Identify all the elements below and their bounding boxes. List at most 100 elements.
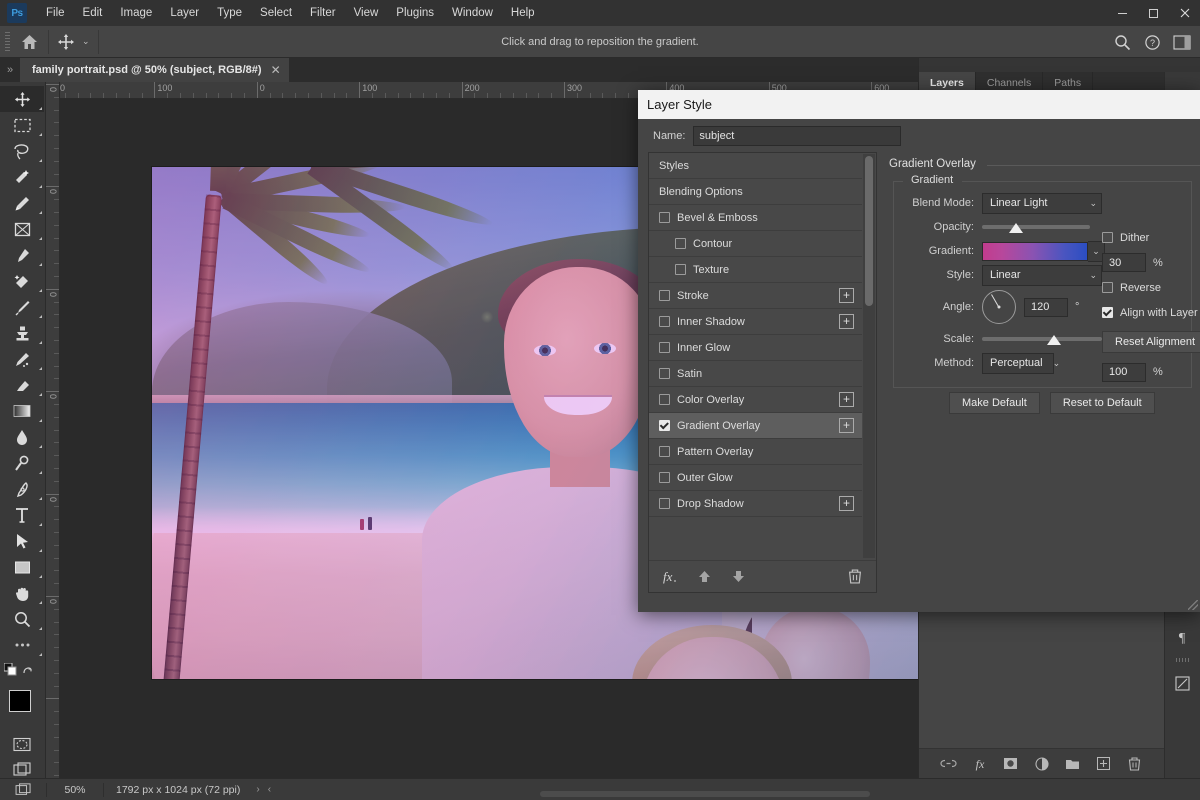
tool-clone-stamp[interactable] <box>0 320 44 346</box>
style-row-outer-glow[interactable]: Outer Glow <box>649 465 862 491</box>
reset-alignment-button[interactable]: Reset Alignment <box>1102 331 1200 353</box>
reset-to-default-button[interactable]: Reset to Default <box>1049 392 1155 414</box>
color-swatches[interactable] <box>0 687 45 731</box>
tool-move[interactable] <box>0 86 44 112</box>
workspace-switcher-button[interactable] <box>1168 28 1196 56</box>
gradient-preview-bar[interactable] <box>982 241 1088 261</box>
active-tool-button[interactable]: ⌄ <box>53 27 94 57</box>
style-checkbox[interactable] <box>659 394 670 405</box>
menu-select[interactable]: Select <box>251 0 301 26</box>
tool-dodge[interactable] <box>0 450 44 476</box>
menu-help[interactable]: Help <box>502 0 544 26</box>
scale-input[interactable]: 100 <box>1102 362 1146 382</box>
menu-layer[interactable]: Layer <box>161 0 208 26</box>
opacity-input[interactable]: 30 <box>1102 253 1146 272</box>
foreground-color-swatch[interactable] <box>9 690 31 712</box>
new-effect-button[interactable]: fx <box>661 568 679 586</box>
style-checkbox[interactable] <box>659 446 670 457</box>
add-mask-button[interactable] <box>1002 755 1020 773</box>
style-row-pattern-overlay[interactable]: Pattern Overlay <box>649 439 862 465</box>
status-screen-mode-button[interactable] <box>0 782 46 797</box>
delete-layer-button[interactable] <box>1126 755 1144 773</box>
tool-zoom[interactable] <box>0 606 44 632</box>
menu-filter[interactable]: Filter <box>301 0 345 26</box>
style-checkbox[interactable] <box>659 368 670 379</box>
blend-mode-select[interactable]: Linear Light ⌄ <box>982 192 1102 214</box>
style-row-drop-shadow[interactable]: Drop Shadow + <box>649 491 862 517</box>
minimize-button[interactable] <box>1107 0 1138 26</box>
opacity-slider-knob[interactable] <box>1009 223 1023 233</box>
layer-name-input[interactable]: subject <box>693 125 902 146</box>
reverse-checkbox-row[interactable]: Reverse <box>1102 282 1161 294</box>
dither-checkbox-row[interactable]: Dither <box>1102 232 1149 244</box>
vertical-ruler[interactable]: 0 0 0 0 0 0 <box>46 82 60 778</box>
new-group-button[interactable] <box>1064 755 1082 773</box>
tool-frame[interactable] <box>0 216 44 242</box>
tool-shape[interactable] <box>0 554 44 580</box>
menu-image[interactable]: Image <box>111 0 161 26</box>
style-row-contour[interactable]: Contour <box>649 231 862 257</box>
horizontal-scrollbar[interactable] <box>540 791 870 797</box>
add-layer-style-button[interactable]: fx <box>971 755 989 773</box>
style-row-inner-glow[interactable]: Inner Glow <box>649 335 862 361</box>
tool-gradient[interactable] <box>0 398 44 424</box>
tool-eraser[interactable] <box>0 372 44 398</box>
add-effect-instance-button[interactable]: + <box>839 496 854 511</box>
tool-crop[interactable] <box>0 190 44 216</box>
style-row-stroke[interactable]: Stroke + <box>649 283 862 309</box>
align-checkbox-row[interactable]: Align with Layer <box>1102 307 1198 319</box>
tool-edit-toolbar[interactable] <box>0 632 44 658</box>
angle-input[interactable]: 120 <box>1024 297 1068 317</box>
tool-pen[interactable] <box>0 476 44 502</box>
zoom-level-field[interactable]: 50% <box>47 784 103 796</box>
style-row-gradient-overlay[interactable]: Gradient Overlay + <box>649 413 862 439</box>
style-row-satin[interactable]: Satin <box>649 361 862 387</box>
search-button[interactable] <box>1108 28 1136 56</box>
menu-edit[interactable]: Edit <box>74 0 112 26</box>
document-tab[interactable]: family portrait.psd @ 50% (subject, RGB/… <box>20 58 290 82</box>
tool-spot-healing-brush[interactable] <box>0 268 44 294</box>
status-expand-icon[interactable]: › <box>252 784 263 795</box>
make-default-button[interactable]: Make Default <box>949 392 1040 414</box>
style-checkbox[interactable] <box>659 342 670 353</box>
style-row-styles[interactable]: Styles <box>649 153 862 179</box>
status-collapse-icon[interactable]: ‹ <box>264 784 275 795</box>
align-with-layer-checkbox[interactable] <box>1102 307 1113 318</box>
tool-path-selection[interactable] <box>0 528 44 554</box>
menu-file[interactable]: File <box>37 0 74 26</box>
tool-object-selection[interactable] <box>0 164 44 190</box>
delete-effect-button[interactable] <box>846 568 864 586</box>
add-effect-instance-button[interactable]: + <box>839 314 854 329</box>
menu-type[interactable]: Type <box>208 0 251 26</box>
paragraph-panel-button[interactable]: ¶ <box>1165 622 1199 652</box>
tool-rectangular-marquee[interactable] <box>0 112 44 138</box>
menu-plugins[interactable]: Plugins <box>387 0 443 26</box>
properties-panel-button[interactable] <box>1165 668 1199 698</box>
new-adjustment-layer-button[interactable] <box>1033 755 1051 773</box>
dialog-resize-handle[interactable] <box>1188 600 1198 610</box>
layer-style-dialog[interactable]: Layer Style Name: subject Styles Blending… <box>638 90 1200 612</box>
menu-window[interactable]: Window <box>443 0 502 26</box>
default-colors-button[interactable] <box>0 658 44 684</box>
tool-history-brush[interactable] <box>0 346 44 372</box>
style-row-bevel-emboss[interactable]: Bevel & Emboss <box>649 205 862 231</box>
options-bar-grip[interactable] <box>5 31 10 52</box>
panel-strip-grip[interactable] <box>1175 658 1190 662</box>
tool-blur[interactable] <box>0 424 44 450</box>
add-effect-instance-button[interactable]: + <box>839 392 854 407</box>
style-row-color-overlay[interactable]: Color Overlay + <box>649 387 862 413</box>
scale-slider[interactable] <box>982 330 1102 348</box>
menu-view[interactable]: View <box>345 0 388 26</box>
style-checkbox[interactable] <box>659 420 670 431</box>
styles-list[interactable]: Styles Blending Options Bevel & Emboss Cont… <box>649 153 862 559</box>
style-checkbox[interactable] <box>675 238 686 249</box>
new-layer-button[interactable] <box>1095 755 1113 773</box>
style-checkbox[interactable] <box>659 316 670 327</box>
tool-preset-chevron-icon[interactable]: ⌄ <box>82 36 90 47</box>
style-row-inner-shadow[interactable]: Inner Shadow + <box>649 309 862 335</box>
style-checkbox[interactable] <box>659 290 670 301</box>
style-row-texture[interactable]: Texture <box>649 257 862 283</box>
style-checkbox[interactable] <box>675 264 686 275</box>
add-effect-instance-button[interactable]: + <box>839 288 854 303</box>
styles-list-scrollbar[interactable] <box>863 154 875 558</box>
